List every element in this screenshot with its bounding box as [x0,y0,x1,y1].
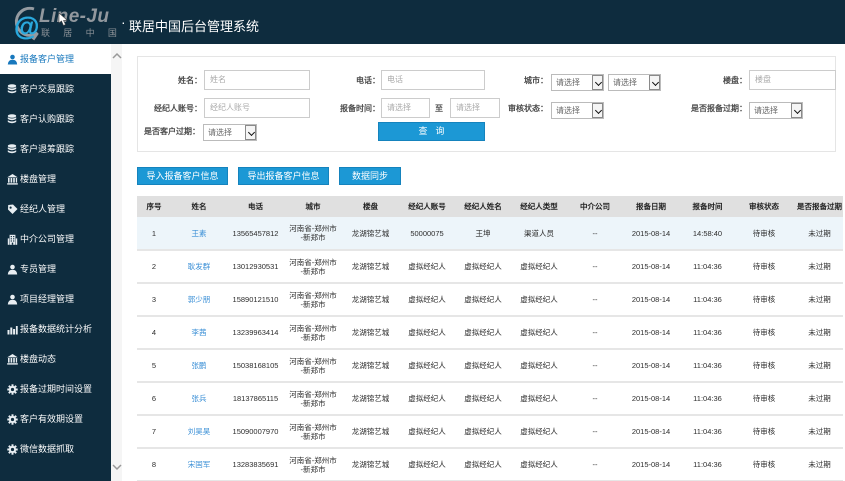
svg-text:@: @ [14,11,39,41]
